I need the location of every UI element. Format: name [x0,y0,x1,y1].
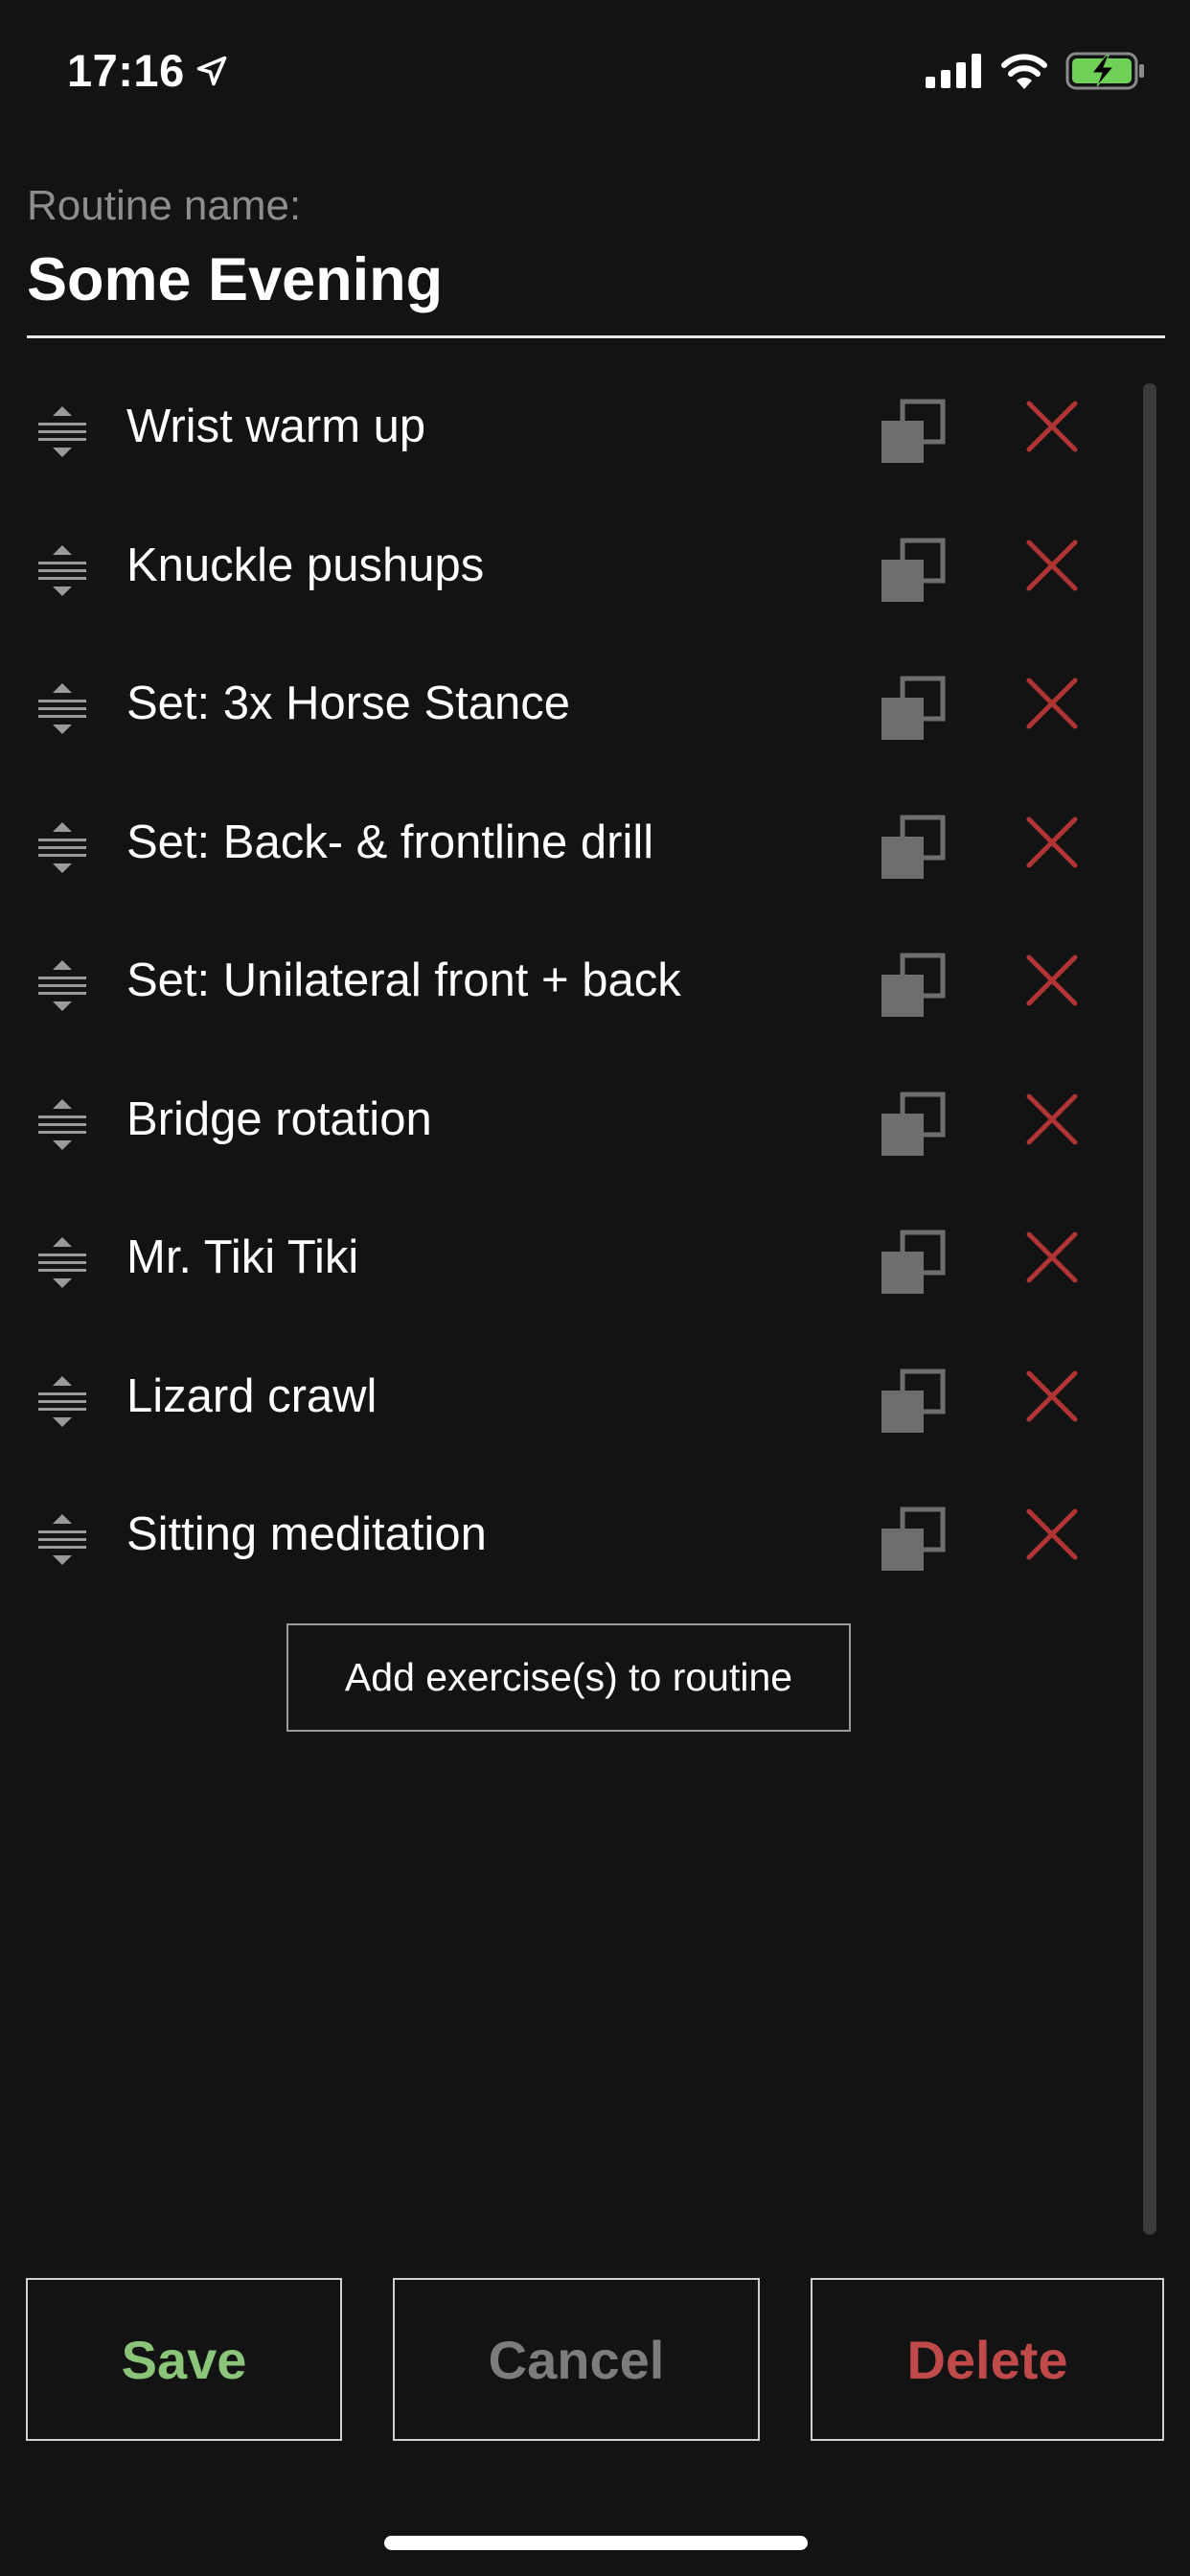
drag-handle-icon[interactable] [34,1234,90,1292]
exercise-name: Mr. Tiki Tiki [126,1231,359,1283]
remove-exercise-icon[interactable] [1025,816,1079,869]
exercise-name: Lizard crawl [126,1369,378,1422]
status-icons [926,52,1146,90]
exercise-row[interactable]: Set: Back- & frontline drill [0,794,1190,933]
exercise-name: Set: 3x Horse Stance [126,678,571,729]
location-arrow-icon [196,56,227,85]
routine-name-label: Routine name: [27,182,302,229]
status-time: 17:16 [67,44,229,97]
routine-name-input[interactable]: Some Evening [27,245,443,314]
battery-charging-icon [1065,52,1144,90]
duplicate-icon[interactable] [880,398,947,465]
exercise-row[interactable]: Mr. Tiki Tiki [0,1209,1190,1348]
remove-exercise-icon[interactable] [1025,954,1079,1007]
drag-handle-icon[interactable] [34,680,90,738]
exercise-name: Bridge rotation [126,1092,432,1145]
exercise-name: Set: Unilateral front + back [126,954,681,1006]
duplicate-icon[interactable] [880,675,947,742]
duplicate-icon[interactable] [880,1506,947,1573]
delete-button[interactable]: Delete [811,2278,1164,2441]
duplicate-icon[interactable] [880,814,947,881]
wifi-icon [1001,54,1047,89]
duplicate-icon[interactable] [880,1368,947,1435]
exercise-row[interactable]: Wrist warm up [0,379,1190,518]
duplicate-icon[interactable] [880,1091,947,1158]
exercise-list: Wrist warm up Knuckle pushups Set: 3x Hors… [0,379,1190,1625]
remove-exercise-icon[interactable] [1025,400,1079,453]
exercise-row[interactable]: Knuckle pushups [0,518,1190,656]
drag-handle-icon[interactable] [34,1096,90,1154]
drag-handle-icon[interactable] [34,1511,90,1569]
home-indicator [384,2536,808,2550]
duplicate-icon[interactable] [880,952,947,1019]
routine-name-underline [27,335,1165,338]
exercise-name: Knuckle pushups [126,539,485,591]
remove-exercise-icon[interactable] [1025,539,1079,592]
drag-handle-icon[interactable] [34,542,90,600]
remove-exercise-icon[interactable] [1025,1507,1079,1561]
remove-exercise-icon[interactable] [1025,1230,1079,1284]
exercise-row[interactable]: Set: Unilateral front + back [0,932,1190,1071]
list-scrollbar[interactable] [1143,383,1156,2235]
drag-handle-icon[interactable] [34,403,90,461]
drag-handle-icon[interactable] [34,819,90,877]
remove-exercise-icon[interactable] [1025,1369,1079,1423]
clock-text: 17:16 [67,45,185,96]
cellular-signal-icon [926,54,981,88]
cancel-button[interactable]: Cancel [393,2278,760,2441]
exercise-row[interactable]: Sitting meditation [0,1486,1190,1625]
save-button[interactable]: Save [26,2278,342,2441]
drag-handle-icon[interactable] [34,1373,90,1431]
exercise-name: Wrist warm up [126,401,426,452]
exercise-name: Set: Back- & frontline drill [126,816,654,868]
exercise-name: Sitting meditation [126,1508,487,1560]
add-exercise-button[interactable]: Add exercise(s) to routine [286,1623,851,1732]
remove-exercise-icon[interactable] [1025,677,1079,730]
exercise-row[interactable]: Set: 3x Horse Stance [0,656,1190,794]
duplicate-icon[interactable] [880,537,947,604]
duplicate-icon[interactable] [880,1229,947,1296]
exercise-row[interactable]: Bridge rotation [0,1071,1190,1210]
exercise-row[interactable]: Lizard crawl [0,1348,1190,1487]
drag-handle-icon[interactable] [34,957,90,1015]
remove-exercise-icon[interactable] [1025,1092,1079,1146]
status-bar: 17:16 [0,0,1190,144]
